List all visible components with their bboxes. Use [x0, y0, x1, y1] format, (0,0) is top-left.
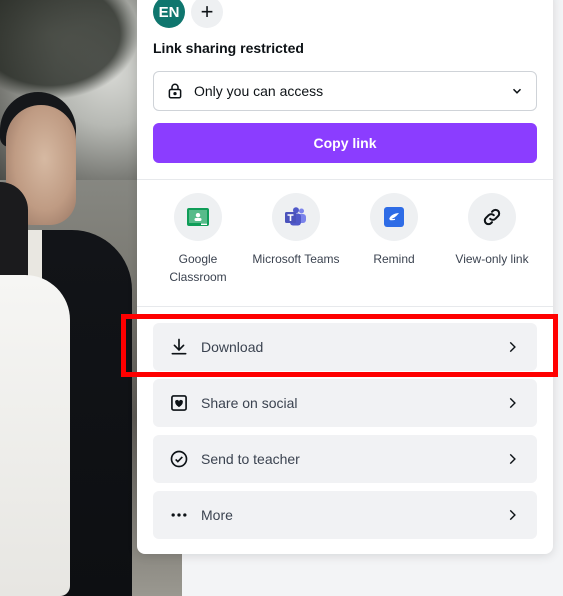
send-to-teacher-row[interactable]: Send to teacher — [153, 435, 537, 483]
more-icon — [169, 505, 189, 525]
share-targets: Google Classroom Microsoft Teams Remind … — [137, 193, 553, 303]
access-select-value: Only you can access — [194, 83, 324, 99]
share-on-social-row[interactable]: Share on social — [153, 379, 537, 427]
share-label: Google Classroom — [169, 252, 227, 284]
remind-icon — [370, 193, 418, 241]
chevron-right-icon — [505, 395, 519, 411]
chevron-right-icon — [505, 451, 519, 467]
share-label: View-only link — [455, 252, 529, 266]
add-collaborator-button[interactable]: + — [191, 0, 223, 28]
download-highlight-box — [121, 314, 558, 377]
share-panel: EN + Link sharing restricted Only you ca… — [137, 0, 553, 554]
avatar[interactable]: EN — [153, 0, 185, 28]
lock-icon — [166, 82, 184, 100]
more-label: More — [201, 507, 233, 523]
photo-dress — [0, 275, 70, 596]
send-to-teacher-label: Send to teacher — [201, 451, 300, 467]
chevron-down-icon — [510, 84, 524, 98]
share-label: Remind — [373, 252, 415, 266]
check-circle-icon — [169, 449, 189, 469]
heart-icon — [169, 393, 189, 413]
divider — [137, 306, 553, 307]
link-sharing-title: Link sharing restricted — [153, 40, 304, 56]
more-row[interactable]: More — [153, 491, 537, 539]
link-icon — [468, 193, 516, 241]
chevron-right-icon — [505, 507, 519, 523]
share-view-only-link[interactable]: View-only link — [444, 193, 540, 268]
copy-link-button[interactable]: Copy link — [153, 123, 537, 163]
share-remind[interactable]: Remind — [346, 193, 442, 268]
collaborator-avatars: EN + — [153, 0, 223, 28]
share-on-social-label: Share on social — [201, 395, 298, 411]
photo-tree — [0, 0, 140, 100]
access-select[interactable]: Only you can access — [153, 71, 537, 111]
google-classroom-icon — [174, 193, 222, 241]
share-microsoft-teams[interactable]: Microsoft Teams — [248, 193, 344, 268]
share-label: Microsoft Teams — [252, 252, 340, 266]
microsoft-teams-icon — [272, 193, 320, 241]
share-google-classroom[interactable]: Google Classroom — [150, 193, 246, 286]
divider — [137, 179, 553, 180]
